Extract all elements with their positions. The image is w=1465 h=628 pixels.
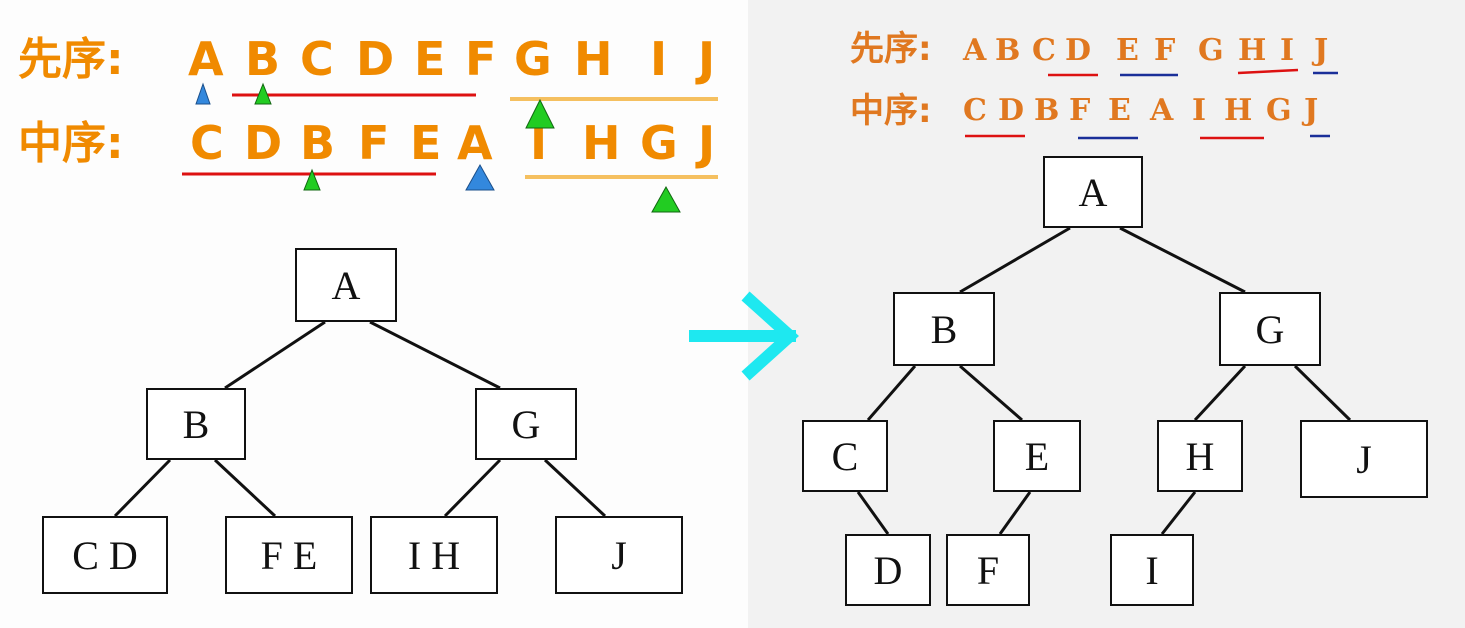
right-in-letter-j: J xyxy=(1304,93,1319,128)
left-node-j: J xyxy=(555,516,683,594)
right-edge-a-b xyxy=(959,226,1071,294)
right-in-letter-i: I xyxy=(1192,93,1207,128)
right-edge-b-e xyxy=(959,364,1023,422)
right-node-h: H xyxy=(1157,420,1243,492)
left-marker-green-g xyxy=(525,98,555,129)
left-node-b: B xyxy=(146,388,246,460)
left-node-a: A xyxy=(295,248,397,322)
right-inorder-label: 中序: xyxy=(850,91,932,131)
right-preorder-label: 先序: xyxy=(850,29,932,69)
right-node-d: D xyxy=(845,534,931,606)
left-edge-b-cd xyxy=(113,458,172,518)
right-node-c: C xyxy=(802,420,888,492)
right-edge-b-c xyxy=(866,365,917,421)
right-node-b: B xyxy=(893,292,995,366)
right-edge-a-g xyxy=(1119,226,1246,294)
left-node-ih: I H xyxy=(370,516,498,594)
right-node-e: E xyxy=(993,420,1081,492)
left-node-g: G xyxy=(475,388,577,460)
right-pre-letter-j: J xyxy=(1314,33,1329,68)
right-in-letter-e: E xyxy=(1108,93,1131,128)
left-edge-b-fe xyxy=(213,458,277,518)
right-node-i: I xyxy=(1110,534,1194,606)
left-edge-a-g xyxy=(369,320,501,390)
right-pre-red-underline-2 xyxy=(1237,68,1299,75)
left-edge-g-ih xyxy=(443,458,502,518)
right-pre-letter-f: F xyxy=(1154,33,1176,68)
right-pre-letter-g: G xyxy=(1198,33,1224,68)
right-edge-c-d xyxy=(856,491,890,535)
right-in-letter-c: C xyxy=(963,93,987,128)
right-in-letter-h: H xyxy=(1224,93,1253,128)
left-marker-green-g2 xyxy=(651,185,681,213)
right-edge-h-i xyxy=(1160,491,1197,535)
right-pre-letter-b: B xyxy=(995,33,1021,68)
right-edge-e-f xyxy=(998,491,1032,535)
right-edge-g-j xyxy=(1293,364,1352,422)
right-pre-letter-c: C xyxy=(1032,33,1056,68)
right-edge-g-h xyxy=(1193,364,1247,422)
left-marker-blue-a xyxy=(195,82,211,105)
right-pre-letter-a: A xyxy=(963,33,987,68)
left-marker-blue-a2 xyxy=(465,163,495,191)
right-node-f: F xyxy=(946,534,1030,606)
right-tree-edges xyxy=(856,226,1352,535)
left-node-fe: F E xyxy=(225,516,353,594)
right-pre-letter-i: I xyxy=(1280,33,1295,68)
right-pre-letter-h: H xyxy=(1238,33,1267,68)
right-pre-letter-d: D xyxy=(1065,33,1092,68)
right-in-letter-f: F xyxy=(1069,93,1091,128)
left-edge-a-b xyxy=(224,320,326,390)
left-node-cd: C D xyxy=(42,516,168,594)
right-in-letter-d: D xyxy=(998,93,1025,128)
transition-arrow xyxy=(689,291,799,381)
right-node-a: A xyxy=(1043,156,1143,228)
right-node-g: G xyxy=(1219,292,1321,366)
right-node-j: J xyxy=(1300,420,1428,498)
right-pre-letter-e: E xyxy=(1116,33,1139,68)
left-edge-g-j xyxy=(543,458,607,518)
right-in-letter-b: B xyxy=(1034,93,1060,128)
right-in-letter-g: G xyxy=(1266,93,1292,128)
right-in-letter-a: A xyxy=(1150,93,1174,128)
